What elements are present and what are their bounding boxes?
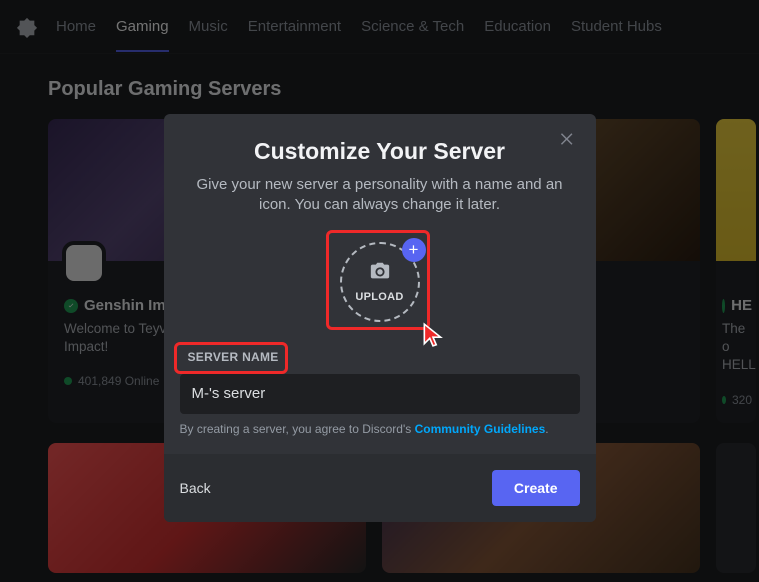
plus-badge-icon: + [402,238,426,262]
camera-icon [369,260,391,287]
modal-title: Customize Your Server [184,138,576,165]
server-name-input[interactable] [180,374,580,414]
upload-avatar-button[interactable]: UPLOAD + [332,234,428,330]
create-button[interactable]: Create [492,470,580,506]
hint-suffix: . [545,422,548,436]
modal-subtitle: Give your new server a personality with … [184,175,576,216]
close-button[interactable] [556,128,578,150]
upload-label: UPLOAD [355,291,403,303]
community-guidelines-link[interactable]: Community Guidelines [415,422,546,436]
close-icon [558,130,576,148]
modal-overlay: Customize Your Server Give your new serv… [0,0,759,582]
hint-prefix: By creating a server, you agree to Disco… [180,422,415,436]
back-button[interactable]: Back [180,480,211,496]
customize-server-modal: Customize Your Server Give your new serv… [164,114,596,522]
server-name-label: SERVER NAME [180,344,287,370]
modal-footer: Back Create [164,454,596,522]
guidelines-hint: By creating a server, you agree to Disco… [164,414,596,454]
